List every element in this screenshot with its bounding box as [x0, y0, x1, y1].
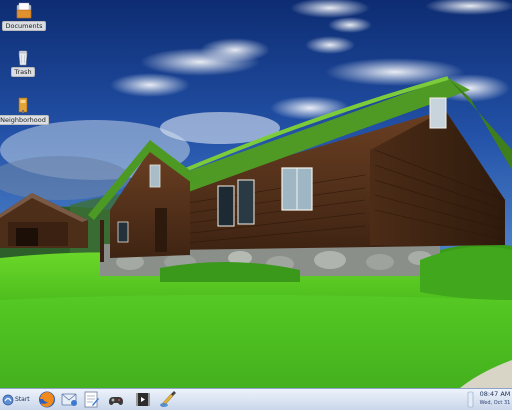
desktop-icon-label: Trash: [11, 67, 35, 77]
paint-icon[interactable]: [157, 390, 177, 409]
start-button[interactable]: Start: [2, 391, 36, 408]
network-folder-icon: [18, 97, 28, 113]
start-button-label: Start: [15, 396, 30, 403]
clock-time: 08:47 AM: [479, 390, 511, 398]
desktop-icon-neighborhood[interactable]: Neighborhood: [0, 96, 49, 125]
tray-divider: [467, 391, 474, 408]
desktop-icon-trash[interactable]: Trash: [1, 48, 45, 77]
desktop-wallpaper: [0, 0, 512, 388]
folder-documents-icon: [16, 2, 32, 19]
trash-icon: [18, 50, 28, 66]
media-player-icon[interactable]: [133, 390, 153, 409]
desktop-screen: Documents Trash Neighborhood Start 08:47…: [0, 0, 512, 410]
clock-date: Wed, Oct 31: [479, 400, 511, 406]
desktop-icon-label: Documents: [2, 21, 46, 31]
games-icon[interactable]: [106, 390, 126, 409]
taskbar: Start 08:47 AM Wed, Oct 31: [0, 388, 512, 410]
clock[interactable]: 08:47 AM Wed, Oct 31: [478, 390, 512, 410]
desktop-icon-label: Neighborhood: [0, 115, 49, 125]
desktop-icon-documents[interactable]: Documents: [2, 2, 46, 31]
firefox-icon[interactable]: [37, 390, 57, 409]
text-editor-icon[interactable]: [81, 390, 101, 409]
mail-client-icon[interactable]: [59, 390, 79, 409]
start-menu-icon: [2, 394, 14, 405]
